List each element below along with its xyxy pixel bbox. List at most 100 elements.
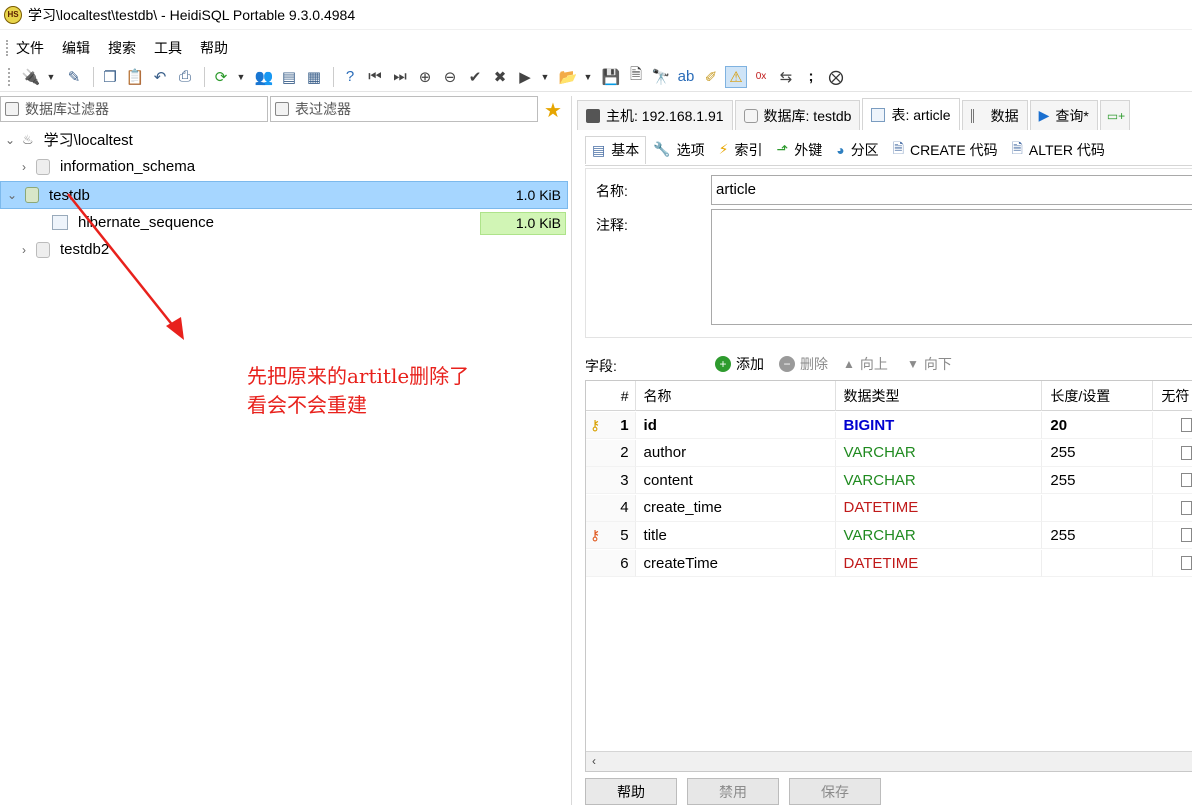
menu-edit[interactable]: 编辑 [60, 38, 92, 58]
help-button[interactable]: 帮助 [585, 778, 677, 805]
tab-table[interactable]: 表: article [862, 98, 960, 130]
cell-number[interactable]: 2 [586, 439, 636, 467]
cell-type[interactable]: VARCHAR [835, 522, 1043, 550]
cell-number[interactable]: 6 [586, 550, 636, 577]
help-icon[interactable]: ? [339, 66, 361, 88]
format-icon[interactable]: ✐ [700, 66, 722, 88]
table-row[interactable]: ⚷ 1 id BIGINT 20 [586, 412, 1192, 439]
find-icon[interactable]: 🔭 [650, 66, 672, 88]
cell-unsigned[interactable] [1153, 550, 1192, 577]
cell-type[interactable]: DATETIME [835, 494, 1043, 522]
print-icon[interactable]: ⎙ [174, 66, 196, 88]
hex-icon[interactable]: 0x [750, 66, 772, 88]
subtab-partitions[interactable]: ◕ 分区 [829, 136, 885, 164]
undo-icon[interactable]: ↶ [149, 66, 171, 88]
cell-name[interactable]: create_time [635, 494, 836, 522]
subtab-alter-code[interactable]: 🗎 ALTER 代码 [1005, 136, 1112, 164]
cancel-icon[interactable]: ✖ [489, 66, 511, 88]
header-name[interactable]: 名称 [636, 381, 836, 411]
table-row[interactable]: 2 author VARCHAR 255 [586, 439, 1192, 467]
refresh-dropdown-icon[interactable]: ▼ [235, 66, 247, 88]
cell-number[interactable]: 3 [586, 467, 636, 495]
unsigned-checkbox[interactable] [1181, 556, 1192, 570]
semicolon-icon[interactable]: ; [800, 66, 822, 88]
export-icon[interactable]: ▤ [278, 66, 300, 88]
tab-new-query[interactable]: ▭+ [1099, 100, 1130, 130]
subtab-options[interactable]: 🔧 选项 [646, 136, 711, 164]
cell-number[interactable]: 4 [586, 494, 636, 522]
cell-type[interactable]: VARCHAR [835, 439, 1043, 467]
subtab-basic[interactable]: ▤ 基本 [585, 135, 647, 164]
cell-length[interactable] [1042, 550, 1154, 577]
toolbar-grip[interactable] [8, 68, 10, 86]
cell-name[interactable]: id [635, 412, 836, 439]
menu-search[interactable]: 搜索 [106, 38, 138, 58]
cell-type[interactable]: BIGINT [835, 412, 1043, 439]
cell-length[interactable]: 255 [1042, 439, 1154, 467]
unsigned-checkbox[interactable] [1181, 445, 1192, 460]
cell-name[interactable]: createTime [635, 550, 836, 577]
cell-type[interactable]: DATETIME [835, 550, 1043, 577]
cell-unsigned[interactable] [1153, 467, 1192, 495]
subtab-indexes[interactable]: ⚡ 索引 [712, 136, 770, 164]
cell-unsigned[interactable] [1153, 440, 1192, 467]
cell-name[interactable]: title [635, 522, 836, 550]
tab-query[interactable]: ▶ 查询* [1029, 100, 1098, 130]
post-icon[interactable]: ✔ [464, 66, 486, 88]
cell-name[interactable]: content [635, 467, 836, 495]
cell-length[interactable]: 20 [1042, 412, 1154, 439]
copy-icon[interactable]: ❐ [99, 66, 121, 88]
tab-database[interactable]: 数据库: testdb [734, 100, 861, 130]
cell-unsigned[interactable] [1153, 522, 1192, 550]
table-row[interactable]: 4 create_time DATETIME [586, 494, 1192, 522]
cell-unsigned[interactable] [1153, 412, 1192, 439]
comment-textarea[interactable] [711, 209, 1192, 325]
scroll-left-icon[interactable]: ‹ [592, 754, 596, 768]
save-icon[interactable]: 💾 [600, 66, 622, 88]
menu-help[interactable]: 帮助 [198, 38, 230, 58]
add-field-button[interactable]: + 添加 [715, 354, 764, 374]
run-dropdown-icon[interactable]: ▼ [539, 66, 551, 88]
open-sql-icon[interactable]: 📂 [557, 66, 579, 88]
header-length[interactable]: 长度/设置 [1042, 381, 1154, 411]
cell-number[interactable]: ⚷ 1 [586, 412, 636, 439]
header-unsigned[interactable]: 无符 [1153, 381, 1192, 411]
unsigned-checkbox[interactable] [1181, 473, 1192, 488]
unsigned-checkbox[interactable] [1181, 528, 1192, 543]
header-number[interactable]: # [586, 381, 636, 411]
replace-icon[interactable]: ab [675, 66, 697, 88]
disconnect-icon[interactable]: ✎ [63, 66, 85, 88]
run-icon[interactable]: ▶ [514, 66, 536, 88]
warning-icon[interactable]: ⚠ [725, 65, 747, 88]
menu-grip[interactable] [6, 40, 9, 56]
table-row[interactable]: 6 createTime DATETIME [586, 550, 1192, 577]
first-icon[interactable]: ⏮ [364, 66, 386, 88]
discard-button[interactable]: 禁用 [687, 778, 779, 805]
delete-field-button[interactable]: − 删除 [779, 354, 828, 374]
unsigned-checkbox[interactable] [1181, 500, 1192, 515]
table-row[interactable]: 3 content VARCHAR 255 [586, 467, 1192, 495]
insert-row-icon[interactable]: ⊕ [414, 66, 436, 88]
delete-row-icon[interactable]: ⊖ [439, 66, 461, 88]
import-icon[interactable]: ▦ [303, 66, 325, 88]
cell-length[interactable]: 255 [1042, 467, 1154, 495]
menu-file[interactable]: 文件 [14, 38, 46, 58]
move-down-button[interactable]: ▼ 向下 [907, 354, 952, 374]
cell-length[interactable] [1042, 494, 1154, 522]
table-row[interactable]: ⚷ 5 title VARCHAR 255 [586, 522, 1192, 550]
move-up-button[interactable]: ▲ 向上 [843, 354, 888, 374]
cell-length[interactable]: 255 [1042, 522, 1154, 550]
session-manager-icon[interactable]: 🔌 [20, 66, 42, 88]
save-as-icon[interactable]: 🗎 [625, 66, 647, 88]
subtab-foreign-keys[interactable]: ⬏ 外键 [770, 136, 830, 164]
subtab-create-code[interactable]: 🗎 CREATE 代码 [886, 136, 1005, 164]
table-name-input[interactable]: article [711, 175, 1192, 205]
cell-type[interactable]: VARCHAR [835, 467, 1043, 495]
query-options-icon[interactable]: ⇆ [775, 66, 797, 88]
open-dropdown-icon[interactable]: ▼ [582, 66, 594, 88]
tab-host[interactable]: 主机: 192.168.1.91 [577, 100, 733, 130]
user-manager-icon[interactable]: 👥 [253, 66, 275, 88]
stop-icon[interactable]: ⨂ [825, 66, 847, 88]
refresh-icon[interactable]: ⟳ [210, 66, 232, 88]
tab-data[interactable]: 数据 [961, 100, 1028, 130]
